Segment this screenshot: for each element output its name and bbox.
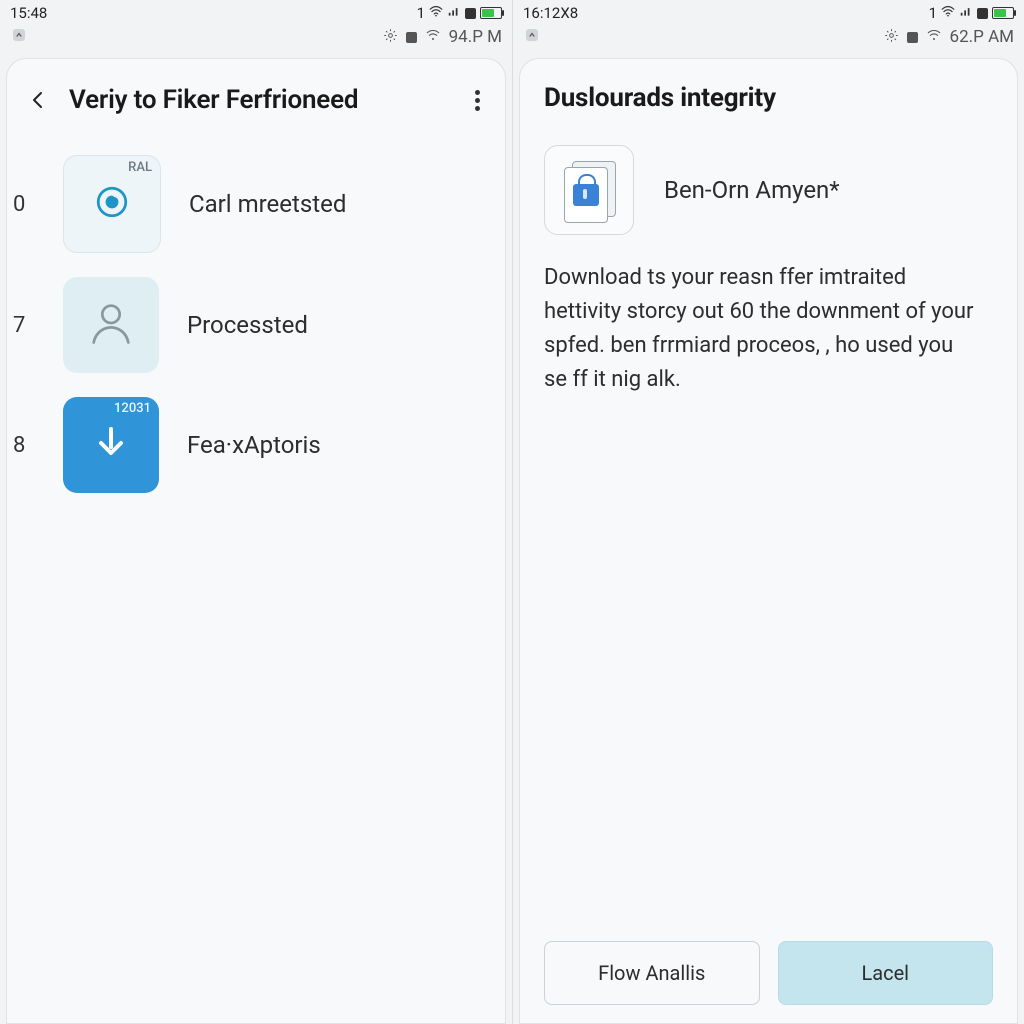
wifi-icon: [429, 4, 443, 22]
description-text: Download ts your reasn ffer imtraited he…: [520, 257, 1017, 397]
button-row: Flow Anallis Lacel: [520, 941, 1017, 1005]
list-item[interactable]: 7 Processted: [7, 265, 505, 385]
phone-right: 16:12X8 1 62.P AM Duslourads integrity: [512, 0, 1024, 1024]
signal-icon: [447, 4, 461, 22]
right-header: Duslourads integrity: [520, 77, 1017, 137]
battery-icon: [992, 7, 1014, 19]
wifi-icon: [941, 4, 955, 22]
status-icons: 1: [929, 4, 1014, 22]
gear-icon: [884, 28, 899, 47]
list-item[interactable]: 0 RAL Carl mreetsted: [7, 143, 505, 265]
home-indicator-icon: [10, 26, 28, 48]
battery-small-icon: [465, 8, 476, 19]
page-title: Veriy to Fiker Ferfrioneed: [69, 85, 449, 115]
status-bar-sub: 94.P M: [0, 24, 512, 54]
status-icons: 1: [417, 4, 502, 22]
net-label: 1: [417, 4, 425, 22]
secondary-button[interactable]: Flow Anallis: [544, 941, 760, 1005]
gear-icon: [383, 28, 398, 47]
list-item[interactable]: 8 12031 Fea·xAptoris: [7, 385, 505, 505]
wifi2-icon: [425, 27, 441, 47]
target-icon: [90, 180, 134, 228]
left-header: Veriy to Fiker Ferfrioneed: [7, 77, 505, 143]
status-bar-top: 15:48 1: [0, 0, 512, 24]
lock-doc-icon: [544, 145, 634, 235]
download-icon: [87, 419, 135, 471]
square-icon: [907, 32, 918, 43]
status-bar-top: 16:12X8 1: [513, 0, 1024, 24]
app-name: Ben-Orn Amyen*: [664, 176, 840, 204]
row-tag: 12031: [114, 401, 151, 416]
status-subtime: 62.P AM: [950, 27, 1014, 47]
back-button[interactable]: [21, 83, 55, 117]
status-time: 16:12X8: [523, 4, 578, 22]
battery-small-icon: [977, 8, 988, 19]
row-tile: 12031: [63, 397, 159, 493]
home-indicator-icon: [523, 26, 541, 48]
page-title: Duslourads integrity: [544, 83, 997, 113]
row-number: 8: [13, 433, 35, 458]
row-tile: RAL: [63, 155, 161, 253]
more-button[interactable]: [463, 86, 491, 114]
primary-button[interactable]: Lacel: [778, 941, 994, 1005]
status-bar-sub: 62.P AM: [513, 24, 1024, 54]
app-row: Ben-Orn Amyen*: [520, 137, 1017, 257]
left-card: Veriy to Fiker Ferfrioneed 0 RAL Carl mr…: [6, 58, 506, 1024]
wifi2-icon: [926, 27, 942, 47]
battery-icon: [480, 7, 502, 19]
row-number: 0: [13, 192, 35, 217]
row-label: Processted: [187, 311, 495, 339]
right-card: Duslourads integrity Ben-Orn Amyen* Down…: [519, 58, 1018, 1024]
phone-left: 15:48 1 94.P M Veriy to Fiker Ferfrionee…: [0, 0, 512, 1024]
row-label: Carl mreetsted: [189, 190, 495, 218]
person-icon: [85, 297, 137, 353]
status-subtime: 94.P M: [449, 27, 502, 47]
row-tag: RAL: [128, 160, 152, 175]
row-tile: [63, 277, 159, 373]
signal-icon: [959, 4, 973, 22]
row-number: 7: [13, 313, 35, 338]
status-time: 15:48: [10, 4, 47, 22]
row-label: Fea·xAptoris: [187, 431, 495, 459]
square-icon: [406, 32, 417, 43]
net-label: 1: [929, 4, 937, 22]
